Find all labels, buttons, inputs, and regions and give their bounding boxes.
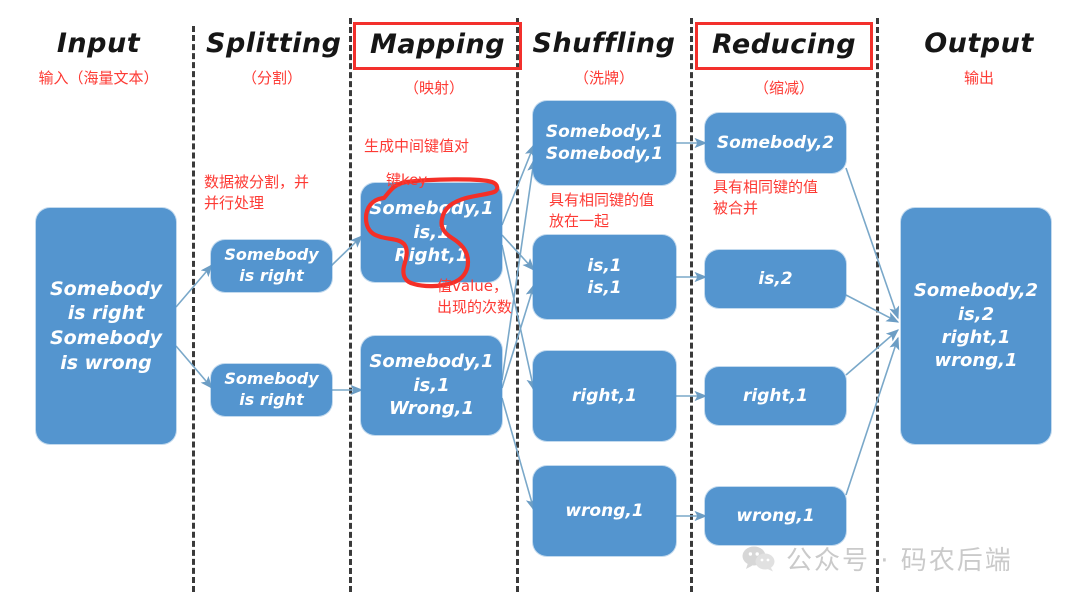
node-line: Somebody <box>224 245 319 265</box>
column-title-mapping: Mapping <box>353 22 523 70</box>
node-line: Somebody,1 <box>545 144 664 164</box>
node-line: right,1 <box>572 385 637 406</box>
column-title-reducing: Reducing <box>694 22 874 70</box>
node-line: Somebody,1 <box>369 198 494 220</box>
node-line: Somebody <box>224 369 319 389</box>
node-line: wrong,1 <box>736 505 815 526</box>
annotation-value-label: 值value， 出现的次数 <box>437 277 513 316</box>
annotation-mapping: 生成中间键值对 <box>364 137 470 155</box>
node-reducing-2: is,2 <box>705 250 846 308</box>
node-line: is,2 <box>758 268 793 289</box>
node-reducing-1: Somebody,2 <box>705 113 846 173</box>
node-shuffling-4: wrong,1 <box>533 466 676 556</box>
node-line: Somebody,2 <box>913 280 1039 302</box>
column-header-splitting: Splitting （分割） <box>196 26 348 88</box>
column-title-shuffling: Shuffling <box>532 28 676 59</box>
node-line: is,1 <box>413 221 450 243</box>
column-subtitle-output: 输出 <box>963 69 994 87</box>
node-mapping-2: Somebody,1 is,1 Wrong,1 <box>361 336 502 435</box>
node-input-lines: Somebody is right Somebody is wrong <box>36 277 176 376</box>
annotation-key-label: 键key <box>386 171 428 189</box>
annotation-reducing: 具有相同键的值 被合并 <box>713 178 819 217</box>
column-title-splitting: Splitting <box>206 28 342 59</box>
node-line: Somebody <box>49 277 163 300</box>
node-line: right,1 <box>743 385 808 406</box>
node-line: wrong,1 <box>934 350 1018 372</box>
node-mapping-1: Somebody,1 is,1 Right,1 <box>361 183 502 282</box>
node-line: Somebody,1 <box>369 351 494 373</box>
column-divider-1 <box>192 26 195 592</box>
column-divider-5 <box>876 18 879 592</box>
annotation-shuffling: 具有相同键的值 放在一起 <box>549 191 655 230</box>
node-line: Right,1 <box>394 245 469 267</box>
node-line: Wrong,1 <box>388 398 475 420</box>
node-line: is right <box>67 302 145 325</box>
node-line: wrong,1 <box>565 500 644 521</box>
column-subtitle-shuffling: （洗牌） <box>573 69 634 87</box>
node-line: Somebody <box>49 327 163 349</box>
column-header-output: Output 输出 <box>880 26 1078 88</box>
node-line: right,1 <box>941 327 1011 348</box>
node-line: is wrong <box>60 351 152 374</box>
column-divider-4 <box>690 18 693 592</box>
watermark-text: 公众号 · 码农后端 <box>786 546 1013 576</box>
column-subtitle-mapping: （映射） <box>403 79 464 97</box>
node-reducing-3: right,1 <box>705 367 846 425</box>
mapreduce-diagram: Input 输入（海量文本） Splitting （分割） Mapping （映… <box>0 0 1080 598</box>
column-header-shuffling: Shuffling （洗牌） <box>520 26 688 88</box>
node-line: is right <box>239 390 304 409</box>
column-title-output: Output <box>924 28 1034 59</box>
column-header-reducing: Reducing （缩减） <box>694 22 874 98</box>
node-line: is,1 <box>587 255 622 276</box>
node-input: Somebody is right Somebody is wrong <box>36 208 176 444</box>
column-subtitle-input: 输入（海量文本） <box>38 69 159 87</box>
node-line: Somebody,2 <box>716 132 835 153</box>
node-reducing-4: wrong,1 <box>705 487 846 545</box>
annotation-splitting: 数据被分割，并 并行处理 <box>204 173 310 212</box>
node-line: is,2 <box>957 303 995 325</box>
column-subtitle-splitting: （分割） <box>241 69 302 87</box>
node-shuffling-1: Somebody,1 Somebody,1 <box>533 101 676 185</box>
wechat-icon <box>742 546 775 571</box>
node-splitting-1: Somebody is right <box>211 240 332 292</box>
node-line: is,1 <box>413 374 450 396</box>
node-shuffling-3: right,1 <box>533 351 676 441</box>
watermark: 公众号 · 码农后端 <box>742 540 1013 577</box>
node-output: Somebody,2 is,2 right,1 wrong,1 <box>901 208 1051 444</box>
node-line: is right <box>239 266 304 285</box>
column-title-input: Input <box>56 28 141 59</box>
node-line: Somebody,1 <box>545 121 664 142</box>
column-divider-2 <box>349 18 352 592</box>
column-header-mapping: Mapping （映射） <box>353 22 523 98</box>
column-header-input: Input 输入（海量文本） <box>6 26 191 88</box>
column-subtitle-reducing: （缩减） <box>753 79 814 97</box>
node-splitting-2: Somebody is right <box>211 364 332 416</box>
